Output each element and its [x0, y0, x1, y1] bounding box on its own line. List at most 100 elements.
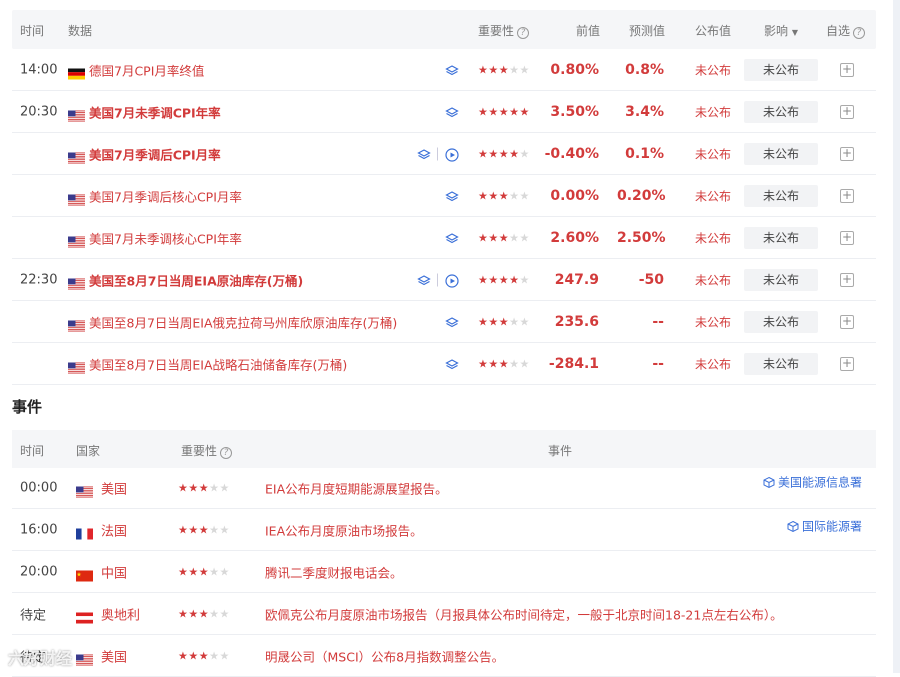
- star-icon: ★: [498, 315, 510, 328]
- event-country: 美国: [101, 482, 128, 498]
- event-text: 明晟公司（MSCI）公布8月指数调整公告。: [265, 649, 505, 665]
- ev-header-country: 国家: [76, 444, 101, 458]
- add-to-watchlist-icon[interactable]: +: [840, 314, 854, 329]
- star-icon: ★: [509, 357, 520, 370]
- importance-stars: ★★★★★: [478, 147, 530, 160]
- star-icon: ★: [198, 481, 210, 495]
- indicator-name[interactable]: 美国至8月7日当周EIA战略石油储备库存(万桶): [89, 354, 347, 373]
- layers-icon[interactable]: [445, 231, 459, 245]
- separator: [437, 273, 438, 286]
- star-icon: ★: [188, 607, 199, 621]
- event-row: 待定 美国 ★★★★★ 明晟公司（MSCI）公布8月指数调整公告。: [12, 636, 876, 677]
- star-icon: ★: [498, 273, 510, 286]
- us-flag-icon: [68, 274, 85, 289]
- event-country: 奥地利: [101, 608, 141, 624]
- play-video-icon[interactable]: [445, 147, 459, 162]
- star-icon: ★: [209, 649, 220, 663]
- forecast-value: 0.20%: [617, 187, 666, 204]
- add-to-watchlist-icon[interactable]: +: [840, 146, 854, 161]
- event-row: 00:00 美国 ★★★★★ EIA公布月度短期能源展望报告。 美国能源信息署: [12, 468, 876, 509]
- importance-stars: ★★★★★: [478, 273, 530, 286]
- event-row: 待定 奥地利 ★★★★★ 欧佩克公布月度原油市场报告（月报具体公布时间待定，一般于北京…: [12, 594, 876, 635]
- header-forecast: 预测值: [629, 24, 666, 38]
- star-icon: ★: [519, 231, 530, 244]
- star-icon: ★: [498, 63, 510, 76]
- row-time: 14:00: [20, 62, 58, 77]
- header-watch: 自选?: [826, 22, 866, 39]
- indicator-name[interactable]: 德国7月CPI月率终值: [89, 60, 204, 79]
- star-icon: ★: [519, 147, 530, 160]
- star-icon: ★: [209, 523, 220, 537]
- impact-badge: 未公布: [744, 226, 818, 249]
- event-time: 待定: [20, 608, 47, 624]
- layers-icon[interactable]: [445, 357, 459, 371]
- event-source-link[interactable]: 美国能源信息署: [763, 474, 862, 491]
- us-flag-icon: [68, 148, 85, 163]
- star-icon: ★: [509, 63, 520, 76]
- indicator-name[interactable]: 美国至8月7日当周EIA原油库存(万桶): [89, 270, 303, 289]
- star-icon: ★: [509, 105, 520, 118]
- layers-icon[interactable]: [417, 147, 431, 161]
- star-icon: ★: [219, 565, 230, 579]
- add-to-watchlist-icon[interactable]: +: [840, 62, 854, 77]
- add-to-watchlist-icon[interactable]: +: [840, 188, 854, 203]
- indicator-name[interactable]: 美国7月季调后核心CPI月率: [89, 186, 242, 205]
- indicator-name[interactable]: 美国7月季调后CPI月率: [89, 144, 221, 163]
- previous-value: 0.00%: [550, 187, 599, 204]
- star-icon: ★: [488, 189, 499, 202]
- forecast-value: 0.1%: [625, 145, 664, 162]
- event-text: 腾讯二季度财报电话会。: [265, 565, 403, 581]
- star-icon: ★: [188, 565, 199, 579]
- event-source-link[interactable]: 国际能源署: [787, 518, 862, 535]
- data-table-row: 美国至8月7日当周EIA俄克拉荷马州库欣原油库存(万桶) ★★★★★ 235.6 --…: [12, 301, 876, 343]
- importance-stars: ★★★★★: [478, 63, 530, 76]
- published-value: 未公布: [695, 273, 732, 287]
- cube-icon: [763, 476, 778, 490]
- help-icon[interactable]: ?: [220, 447, 233, 459]
- importance-stars: ★★★★★: [478, 357, 530, 370]
- add-to-watchlist-icon[interactable]: +: [840, 104, 854, 119]
- forecast-value: 0.8%: [625, 61, 664, 78]
- ev-header-time: 时间: [20, 444, 45, 458]
- star-icon: ★: [188, 649, 199, 663]
- star-icon: ★: [209, 565, 220, 579]
- ev-header-importance: 重要性?: [181, 442, 233, 459]
- help-icon[interactable]: ?: [517, 27, 530, 39]
- us-flag-icon: [76, 483, 93, 498]
- published-value: 未公布: [695, 231, 732, 245]
- separator: [437, 147, 438, 160]
- help-icon[interactable]: ?: [853, 27, 866, 39]
- page-scroll-gutter: [893, 0, 900, 673]
- layers-icon[interactable]: [445, 63, 459, 77]
- layers-icon[interactable]: [445, 189, 459, 203]
- layers-icon[interactable]: [445, 105, 459, 119]
- sort-caret-icon[interactable]: ▼: [792, 28, 798, 37]
- forecast-value: --: [652, 313, 664, 330]
- star-icon: ★: [478, 315, 489, 328]
- data-table-row: 14:00 德国7月CPI月率终值 ★★★★★ 0.80% 0.8% 未公布 未公布 +: [12, 49, 876, 91]
- star-icon: ★: [498, 105, 510, 118]
- star-icon: ★: [488, 147, 499, 160]
- play-video-icon[interactable]: [445, 273, 459, 288]
- layers-icon[interactable]: [445, 315, 459, 329]
- star-icon: ★: [498, 357, 510, 370]
- header-impact[interactable]: 影响 ▼: [764, 22, 798, 39]
- star-icon: ★: [488, 273, 499, 286]
- cube-icon: [787, 520, 802, 534]
- star-icon: ★: [519, 105, 530, 118]
- indicator-name[interactable]: 美国至8月7日当周EIA俄克拉荷马州库欣原油库存(万桶): [89, 312, 397, 331]
- row-time: 22:30: [20, 272, 58, 287]
- star-icon: ★: [478, 231, 489, 244]
- importance-stars: ★★★★★: [178, 566, 230, 579]
- impact-badge: 未公布: [744, 100, 818, 123]
- layers-icon[interactable]: [417, 273, 431, 287]
- add-to-watchlist-icon[interactable]: +: [840, 356, 854, 371]
- star-icon: ★: [478, 189, 489, 202]
- events-header: 时间 国家 重要性? 事件: [12, 430, 876, 468]
- indicator-name[interactable]: 美国7月未季调CPI年率: [89, 102, 221, 121]
- forecast-value: --: [652, 355, 664, 372]
- star-icon: ★: [198, 649, 210, 663]
- add-to-watchlist-icon[interactable]: +: [840, 230, 854, 245]
- indicator-name[interactable]: 美国7月未季调核心CPI年率: [89, 228, 242, 247]
- add-to-watchlist-icon[interactable]: +: [840, 272, 854, 287]
